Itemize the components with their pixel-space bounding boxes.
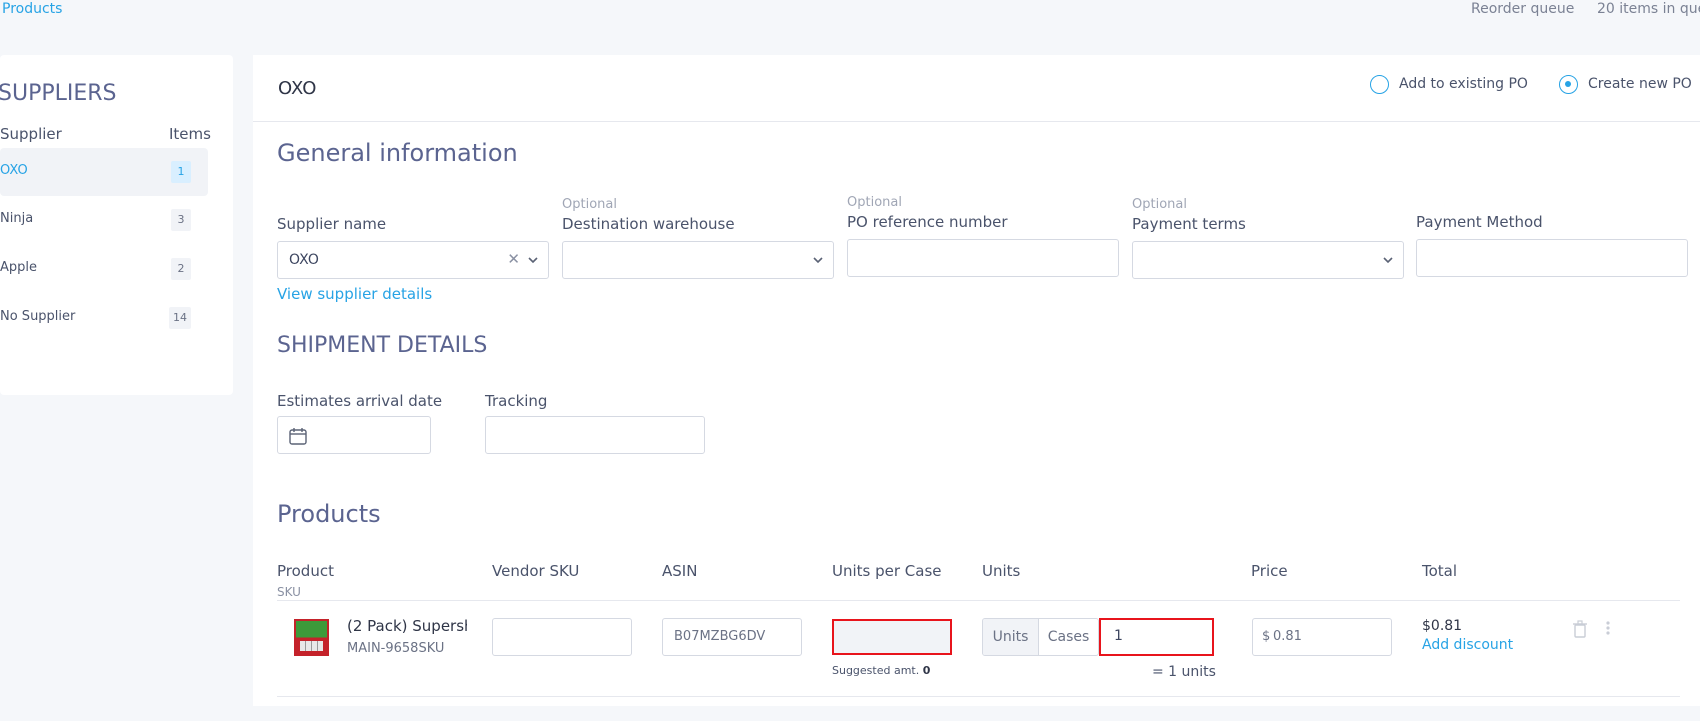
item-count-badge: 3	[171, 209, 191, 231]
destination-warehouse-select[interactable]	[562, 241, 834, 279]
unit-type-toggle: Units Cases	[982, 618, 1099, 656]
product-sku: MAIN-9658SKU	[347, 641, 445, 656]
arrival-date-input[interactable]	[277, 416, 431, 454]
sidebar-item-oxo[interactable]: OXO 1	[0, 148, 208, 196]
clear-icon[interactable]: ✕	[507, 250, 520, 268]
sidebar-item-label: Apple	[0, 260, 38, 275]
sidebar-item-label: OXO	[0, 163, 28, 178]
suggested-label: Suggested amt.	[832, 664, 920, 677]
item-count-badge: 2	[171, 258, 191, 280]
supplier-name-value: OXO	[289, 252, 319, 268]
col-total: Total	[1422, 562, 1458, 580]
radio-circle-icon[interactable]	[1370, 74, 1389, 94]
payment-terms-select[interactable]	[1132, 241, 1404, 279]
product-thumbnail	[294, 619, 329, 656]
po-reference-input[interactable]	[847, 239, 1119, 277]
reorder-queue-label: Reorder queue	[1471, 1, 1575, 17]
sidebar-item-apple[interactable]: Apple 2	[0, 245, 208, 293]
item-count-badge: 14	[169, 307, 191, 329]
highlight-frame	[1099, 618, 1214, 656]
radio-label: Add to existing PO	[1399, 76, 1528, 92]
chevron-down-icon[interactable]	[1381, 253, 1395, 267]
asin-input[interactable]: B07MZBG6DV	[662, 618, 802, 656]
currency-symbol: $	[1262, 629, 1271, 644]
arrival-date-label: Estimates arrival date	[277, 392, 443, 410]
supplier-title: OXO	[278, 78, 317, 99]
price-input[interactable]: $ 0.81	[1252, 618, 1392, 656]
suggested-amount: Suggested amt. 0	[832, 664, 930, 677]
po-main-panel: OXO Add to existing PO Create new PO Gen…	[253, 55, 1700, 706]
top-bar: Products Reorder queue 20 items in queue	[0, 0, 1700, 24]
view-supplier-details-link[interactable]: View supplier details	[277, 285, 432, 303]
row-divider	[277, 600, 1680, 601]
payment-method-label: Payment Method	[1416, 213, 1543, 231]
radio-label: Create new PO	[1588, 76, 1692, 92]
col-asin: ASIN	[662, 562, 698, 580]
shipment-details-title: SHIPMENT DETAILS	[277, 333, 488, 358]
item-count-badge: 1	[171, 161, 191, 183]
supplier-name-label: Supplier name	[277, 215, 387, 233]
breadcrumb-products[interactable]: Products	[2, 1, 62, 17]
chevron-down-icon[interactable]	[526, 253, 540, 267]
radio-add-existing-po[interactable]: Add to existing PO	[1370, 73, 1528, 95]
tracking-label: Tracking	[485, 392, 548, 410]
vendor-sku-input[interactable]	[492, 618, 632, 656]
sidebar-item-label: Ninja	[0, 211, 34, 226]
calendar-icon[interactable]	[288, 426, 308, 446]
tracking-input[interactable]	[485, 416, 705, 454]
add-discount-link[interactable]: Add discount	[1422, 637, 1513, 653]
more-vertical-icon[interactable]	[1605, 620, 1611, 636]
product-name[interactable]: (2 Pack) Supershield	[347, 617, 467, 635]
sidebar-item-no-supplier[interactable]: No Supplier 14	[0, 294, 208, 342]
toggle-cases[interactable]: Cases	[1039, 619, 1098, 655]
asin-value: B07MZBG6DV	[674, 629, 766, 644]
units-equivalent: = 1 units	[1152, 664, 1216, 680]
sidebar-item-label: No Supplier	[0, 309, 76, 324]
radio-checked-icon[interactable]	[1559, 74, 1578, 94]
col-price: Price	[1251, 562, 1288, 580]
col-sku: SKU	[277, 585, 301, 599]
payment-terms-label: Payment terms	[1132, 215, 1246, 233]
sidebar-col-supplier: Supplier	[0, 125, 62, 143]
suppliers-sidebar: SUPPLIERS Supplier Items OXO 1 Ninja 3 A…	[0, 55, 233, 395]
suggested-value: 0	[922, 664, 931, 677]
optional-label: Optional	[847, 195, 902, 210]
sidebar-title: SUPPLIERS	[0, 81, 117, 106]
radio-create-new-po[interactable]: Create new PO	[1559, 73, 1692, 95]
col-product: Product	[277, 562, 334, 580]
row-total: $0.81	[1422, 618, 1463, 634]
sidebar-item-ninja[interactable]: Ninja 3	[0, 196, 208, 244]
sidebar-col-items: Items	[169, 125, 211, 143]
po-header: OXO Add to existing PO Create new PO	[253, 55, 1700, 122]
toggle-units[interactable]: Units	[983, 619, 1040, 655]
destination-warehouse-label: Destination warehouse	[562, 215, 735, 233]
payment-method-input[interactable]	[1416, 239, 1688, 277]
products-title: Products	[277, 500, 381, 528]
general-information-title: General information	[277, 139, 518, 167]
queue-count: 20 items in queue	[1597, 1, 1700, 17]
optional-label: Optional	[562, 197, 617, 212]
col-vendor-sku: Vendor SKU	[492, 562, 580, 580]
highlight-frame	[832, 619, 952, 655]
supplier-name-select[interactable]: OXO ✕	[277, 241, 549, 279]
price-value: 0.81	[1273, 629, 1302, 644]
trash-icon[interactable]	[1572, 620, 1588, 638]
optional-label: Optional	[1132, 197, 1187, 212]
po-reference-label: PO reference number	[847, 213, 1008, 231]
col-units-per-case: Units per Case	[832, 562, 942, 580]
col-units: Units	[982, 562, 1021, 580]
chevron-down-icon[interactable]	[811, 253, 825, 267]
row-divider	[277, 696, 1680, 697]
